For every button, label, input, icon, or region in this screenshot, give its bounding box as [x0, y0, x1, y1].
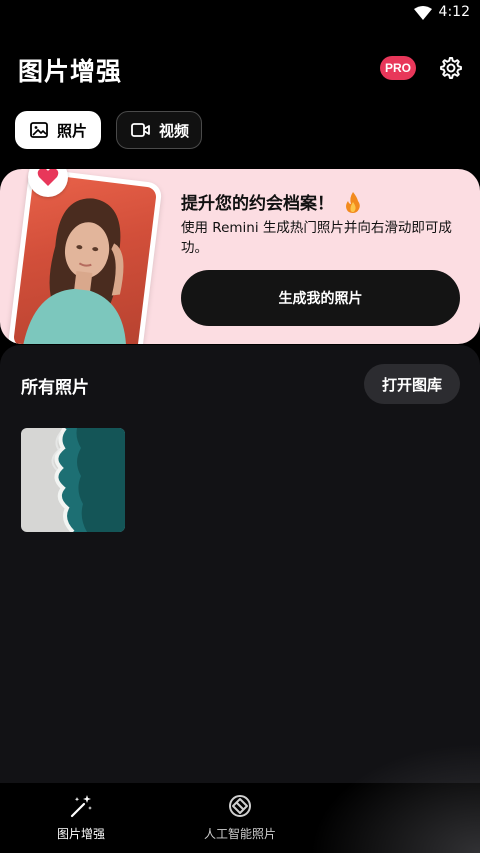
- magic-wand-icon: [70, 795, 92, 818]
- gear-icon[interactable]: [438, 55, 464, 81]
- image-icon: [29, 120, 49, 140]
- pro-badge[interactable]: PRO: [380, 56, 416, 80]
- corner-shadow: [310, 743, 480, 853]
- promo-photo-frame: [7, 169, 163, 344]
- video-icon: [131, 120, 151, 140]
- nav-item-enhance[interactable]: 图片增强: [50, 793, 112, 842]
- open-gallery-button[interactable]: 打开图库: [364, 364, 460, 404]
- nav-ai-photos-label: 人工智能照片: [203, 827, 276, 841]
- ai-logo-icon: [229, 795, 251, 817]
- bottom-navigation: 图片增强 人工智能照片: [0, 743, 480, 853]
- gallery-panel: [0, 345, 480, 783]
- promo-title: 提升您的约会档案！: [181, 194, 334, 214]
- nav-item-ai-photos[interactable]: 人工智能照片: [200, 793, 280, 842]
- wifi-icon: [414, 6, 432, 20]
- tab-photos[interactable]: 照片: [15, 111, 101, 149]
- status-bar: 4:12: [0, 0, 480, 26]
- page-title: 图片增强: [18, 57, 123, 86]
- tab-photos-label: 照片: [57, 121, 88, 140]
- tab-video[interactable]: 视频: [116, 111, 202, 149]
- status-time: 4:12: [438, 4, 470, 20]
- tab-video-label: 视频: [159, 121, 190, 140]
- photo-thumbnail[interactable]: [21, 428, 125, 532]
- promo-description: 使用 Remini 生成热门照片并向右滑动即可成功。: [181, 220, 452, 256]
- fire-icon: [346, 192, 360, 213]
- heart-icon: [37, 169, 59, 186]
- generate-photos-button[interactable]: 生成我的照片: [181, 270, 460, 326]
- promo-portrait-image: [12, 173, 158, 344]
- nav-enhance-label: 图片增强: [56, 827, 105, 841]
- gallery-title: 所有照片: [21, 378, 89, 398]
